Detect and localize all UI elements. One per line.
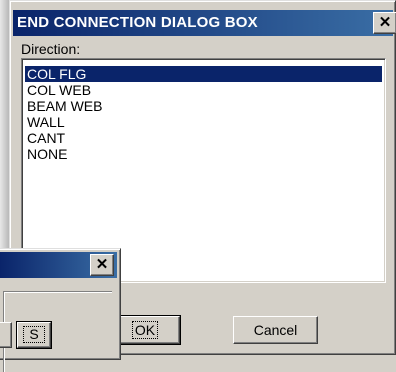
secondary-title-bar[interactable]: ✕ xyxy=(0,252,117,278)
cancel-button[interactable]: Cancel xyxy=(233,316,318,344)
title-bar[interactable]: END CONNECTION DIALOG BOX ✕ xyxy=(13,10,396,36)
list-item-col-web[interactable]: COL WEB xyxy=(25,82,382,98)
ok-button-label: OK xyxy=(131,321,159,339)
list-item-none[interactable]: NONE xyxy=(25,146,382,162)
list-item-col-flg[interactable]: COL FLG xyxy=(25,66,382,82)
partial-button[interactable] xyxy=(0,322,12,348)
secondary-close-button[interactable]: ✕ xyxy=(90,254,114,276)
direction-label: Direction: xyxy=(21,41,81,57)
s-button-label: S xyxy=(23,326,45,343)
list-item-cant[interactable]: CANT xyxy=(25,130,382,146)
dialog-title: END CONNECTION DIALOG BOX xyxy=(17,14,258,31)
list-item-beam-web[interactable]: BEAM WEB xyxy=(25,98,382,114)
close-icon: ✕ xyxy=(378,14,392,31)
close-icon: ✕ xyxy=(95,256,109,273)
list-item-wall[interactable]: WALL xyxy=(25,114,382,130)
s-button[interactable]: S xyxy=(17,322,51,348)
close-button[interactable]: ✕ xyxy=(373,12,396,34)
